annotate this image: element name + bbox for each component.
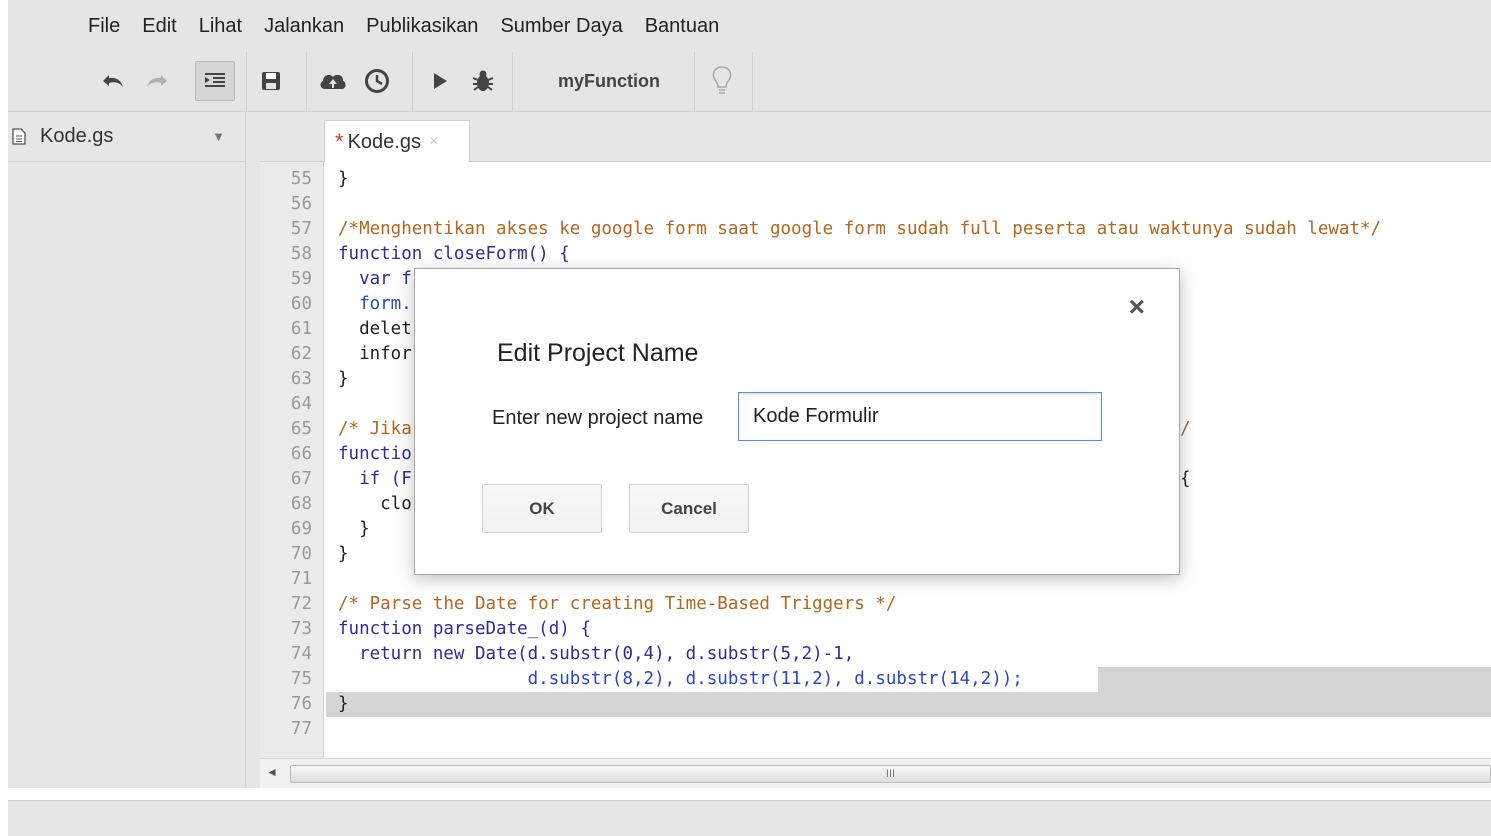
triggers-button[interactable]	[360, 60, 394, 102]
play-icon	[434, 73, 447, 89]
code-line: 72/* Parse the Date for creating Time-Ba…	[290, 594, 897, 614]
deploy-button[interactable]	[316, 60, 350, 102]
file-sidebar: Kode.gs ▼	[8, 112, 246, 788]
chevron-down-icon[interactable]: ▼	[212, 129, 225, 144]
tab-label: Kode.gs	[347, 130, 421, 153]
file-name-label: Kode.gs	[40, 125, 114, 147]
toolbar: myFunction	[8, 52, 1491, 112]
menu-help[interactable]: Bantuan	[645, 15, 720, 38]
file-list-item[interactable]: Kode.gs ▼	[8, 112, 245, 162]
save-button[interactable]	[256, 60, 286, 102]
indent-icon	[205, 73, 225, 87]
unsaved-marker: *	[335, 129, 344, 154]
apps-script-editor: File Edit Lihat Jalankan Publikasikan Su…	[0, 0, 1491, 836]
close-icon[interactable]: ×	[1129, 293, 1145, 321]
run-button[interactable]	[426, 60, 454, 102]
dialog-title: Edit Project Name	[497, 339, 699, 367]
code-line: 75 d.substr(8,2), d.substr(11,2), d.subs…	[290, 669, 1023, 689]
undo-button[interactable]	[96, 60, 132, 102]
debug-button[interactable]	[466, 60, 500, 102]
toolbar-separator	[306, 52, 307, 112]
code-line: 76}	[290, 694, 349, 714]
menu-publish[interactable]: Publikasikan	[366, 15, 478, 38]
undo-icon	[103, 75, 123, 87]
bug-icon	[472, 70, 494, 91]
menubar: File Edit Lihat Jalankan Publikasikan Su…	[8, 0, 1491, 52]
horizontal-scrollbar[interactable]: ◄ III	[260, 758, 1491, 788]
splitter[interactable]	[246, 112, 260, 788]
toolbar-separator	[694, 52, 695, 112]
menu-resources[interactable]: Sumber Daya	[500, 15, 622, 38]
cloud-upload-icon	[320, 74, 346, 89]
function-select[interactable]: myFunction	[522, 60, 696, 102]
code-line: 73 function parseDate_(d) {	[290, 619, 591, 639]
editor-tabs: * Kode.gs ×	[260, 112, 1491, 163]
indent-toggle-button[interactable]	[195, 61, 235, 101]
toolbar-separator	[412, 52, 413, 112]
menu-run[interactable]: Jalankan	[264, 15, 344, 38]
scrollbar-thumb[interactable]: III	[290, 765, 1491, 783]
code-line: 58 function closeForm() {	[290, 244, 570, 264]
toolbar-separator	[246, 52, 247, 112]
file-icon	[12, 128, 26, 145]
code-line: 77	[290, 719, 312, 739]
menu-edit[interactable]: Edit	[142, 15, 176, 38]
cancel-button[interactable]: Cancel	[629, 484, 749, 533]
save-icon	[262, 72, 280, 90]
project-name-input[interactable]	[738, 392, 1102, 441]
project-name-label: Enter new project name	[492, 407, 704, 429]
menu-file[interactable]: File	[88, 15, 120, 38]
toolbar-separator	[752, 52, 753, 112]
function-select-label: myFunction	[558, 70, 660, 91]
divider	[8, 788, 1491, 800]
menu-view[interactable]: Lihat	[199, 15, 242, 38]
code-line: 55}	[290, 169, 349, 189]
window-edge	[0, 0, 8, 836]
execution-hints-button[interactable]	[704, 60, 740, 102]
scrollbar-grip: III	[885, 768, 896, 780]
lightbulb-icon	[712, 66, 732, 94]
toolbar-separator	[512, 52, 513, 112]
code-line: 56	[290, 194, 312, 214]
scroll-left-arrow-icon[interactable]: ◄	[266, 765, 280, 781]
close-icon[interactable]: ×	[429, 133, 438, 151]
clock-icon	[365, 69, 389, 93]
status-bar	[8, 800, 1491, 836]
code-line: 74 return new Date(d.substr(0,4), d.subs…	[290, 644, 855, 664]
edit-project-name-dialog: × Edit Project Name Enter new project na…	[414, 268, 1180, 575]
ok-button[interactable]: OK	[482, 484, 602, 533]
redo-icon	[147, 75, 167, 87]
redo-button[interactable]	[140, 60, 172, 102]
clipped-code-line: · · · · ·	[338, 162, 998, 164]
tab-kode-gs[interactable]: * Kode.gs ×	[324, 120, 470, 163]
code-line: 57/*Menghentikan akses ke google form sa…	[290, 219, 1382, 239]
